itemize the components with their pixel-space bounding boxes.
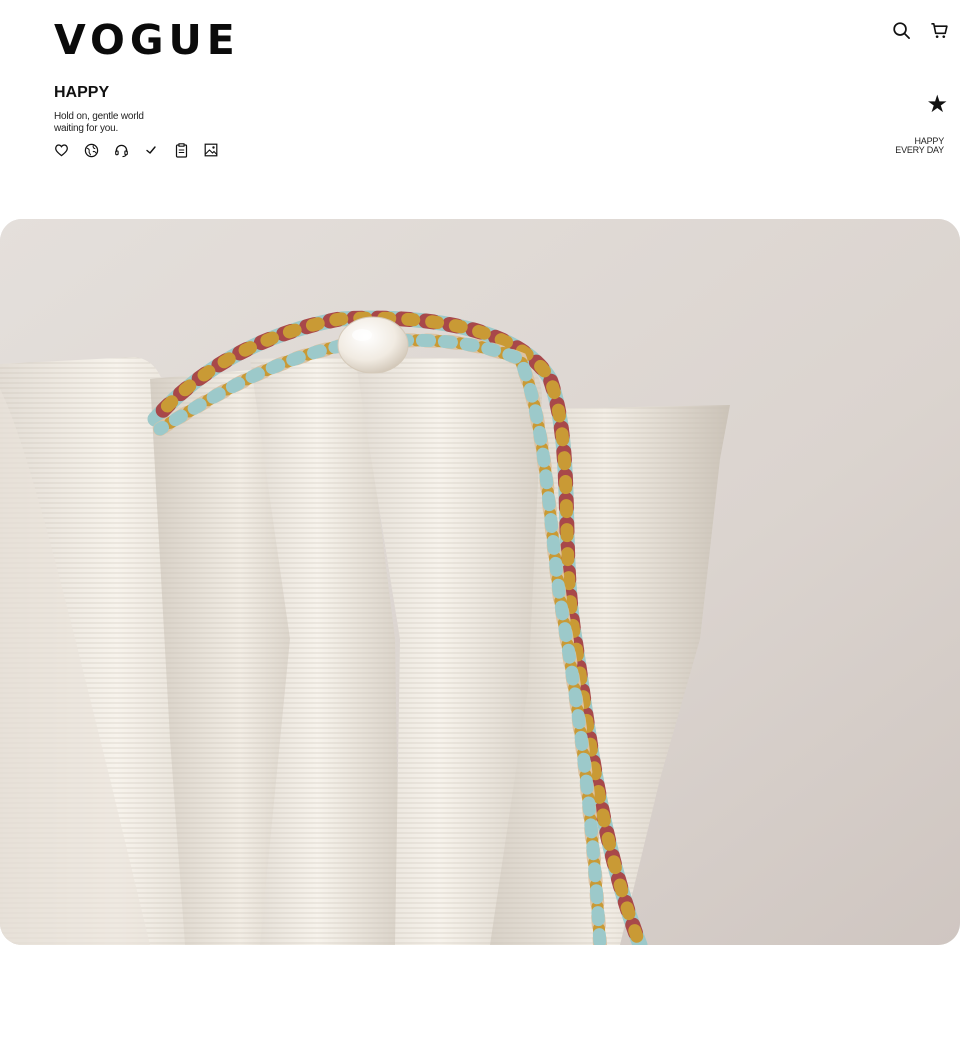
side-note: HAPPY EVERY DAY bbox=[895, 137, 944, 155]
heart-icon[interactable] bbox=[53, 142, 69, 158]
globe-icon[interactable] bbox=[83, 142, 99, 158]
check-icon[interactable] bbox=[143, 142, 159, 158]
tagline-line-1: Hold on, gentle world bbox=[54, 111, 144, 122]
tagline-line-2: waiting for you. bbox=[54, 123, 119, 134]
cart-icon[interactable] bbox=[928, 19, 950, 41]
header-actions bbox=[890, 19, 950, 41]
logo[interactable]: VOGUE bbox=[54, 16, 240, 64]
clipboard-icon[interactable] bbox=[173, 142, 189, 158]
hero-image[interactable] bbox=[0, 219, 960, 945]
feature-icons bbox=[53, 142, 219, 158]
hero-illustration bbox=[0, 219, 960, 945]
tagline: Hold on, gentle world waiting for you. bbox=[54, 111, 144, 135]
search-icon[interactable] bbox=[890, 19, 912, 41]
image-icon[interactable] bbox=[203, 142, 219, 158]
headset-icon[interactable] bbox=[113, 142, 129, 158]
section-title: HAPPY bbox=[54, 84, 110, 101]
star-icon[interactable]: ★ bbox=[926, 93, 948, 117]
side-note-line-2: EVERY DAY bbox=[895, 145, 944, 155]
